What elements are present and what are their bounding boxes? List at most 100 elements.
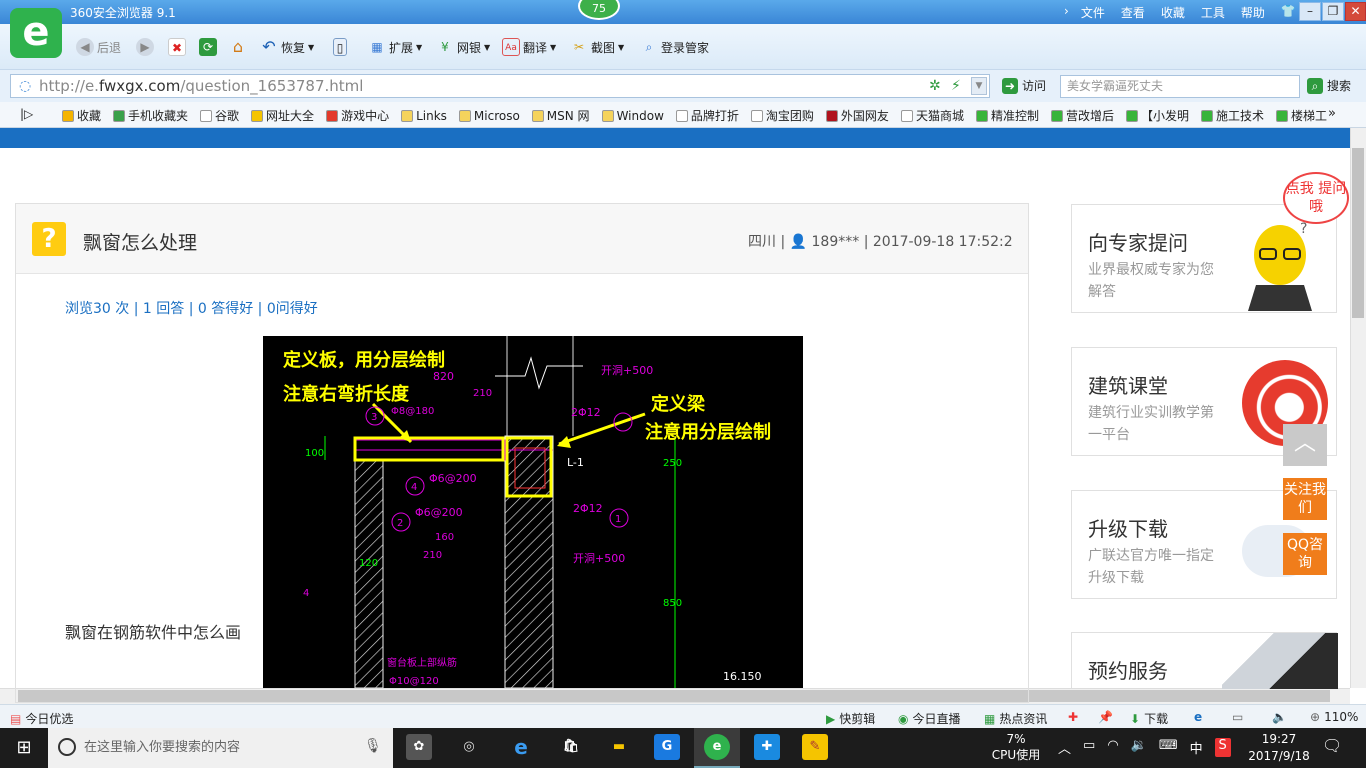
favorite-item[interactable]: Window xyxy=(601,107,664,124)
favorite-item[interactable]: 谷歌 xyxy=(200,107,239,124)
screenshot-button[interactable]: ✂ 截图 ▼ xyxy=(570,36,624,58)
menu-tools[interactable]: 工具 xyxy=(1201,4,1225,21)
qq-consult-button[interactable]: QQ咨询 xyxy=(1283,533,1327,575)
menu-arrow-icon[interactable]: › xyxy=(1064,4,1069,21)
taskbar-app-spiral-icon[interactable]: ◎ xyxy=(456,734,482,760)
favorite-item[interactable]: 品牌打折 xyxy=(675,107,739,124)
tray-ime-label[interactable]: 中 xyxy=(1190,738,1203,757)
menu-help[interactable]: 帮助 xyxy=(1241,4,1265,21)
ie-mode-icon[interactable]: e xyxy=(1194,710,1202,724)
cpu-widget[interactable]: 7% CPU使用 xyxy=(990,731,1042,763)
home-button[interactable]: ⌂ xyxy=(229,36,247,58)
search-button[interactable]: ⌕ 搜索 xyxy=(1307,77,1351,94)
visit-button[interactable]: ➜ 访问 xyxy=(1002,77,1046,94)
right-wall-hatch xyxy=(504,435,554,688)
favorite-item[interactable]: Microso xyxy=(458,107,520,124)
favorite-item[interactable]: 淘宝团购 xyxy=(750,107,814,124)
taskbar-360-browser-icon[interactable]: e xyxy=(704,734,730,760)
browser-logo-icon[interactable]: e xyxy=(10,8,62,58)
follow-us-button[interactable]: 关注我们 xyxy=(1283,478,1327,520)
favorite-item[interactable]: 游戏中心 xyxy=(326,107,389,124)
window-icon[interactable]: ▭ xyxy=(1232,710,1243,724)
menu-view[interactable]: 查看 xyxy=(1121,4,1145,21)
taskbar-explorer-icon[interactable]: ▬ xyxy=(606,734,632,760)
cad-drawing-image[interactable]: 定义板，用分层绘制 注意右弯折长度 定义梁 注意用分层绘制 820 210 Φ8… xyxy=(263,336,803,688)
today-picks[interactable]: ▤ 今日优选 xyxy=(10,710,73,727)
microphone-icon[interactable]: 🎙 xyxy=(364,738,382,754)
favorite-item[interactable]: 楼梯工程 xyxy=(1276,107,1327,124)
skin-icon[interactable]: 👕 xyxy=(1281,4,1296,21)
favorite-item[interactable]: Links xyxy=(401,107,447,124)
start-button[interactable]: ⊞ xyxy=(0,728,48,768)
taskbar-clock[interactable]: 19:27 2017/9/18 xyxy=(1244,731,1314,765)
minimize-button[interactable]: – xyxy=(1299,2,1321,21)
break-line xyxy=(495,356,583,390)
favorite-item[interactable]: 营改增后 xyxy=(1050,107,1114,124)
mobile-button[interactable]: ▯ xyxy=(333,36,347,58)
ask-bubble-button[interactable]: 点我 提问哦 xyxy=(1283,172,1349,224)
taskbar-notepad-icon[interactable]: ✎ xyxy=(802,734,828,760)
security-icon[interactable]: ✲ xyxy=(929,75,941,97)
favorites-more-icon[interactable]: » xyxy=(1328,106,1336,121)
maximize-button[interactable]: ❐ xyxy=(1322,2,1344,21)
favorite-item[interactable]: 收藏 xyxy=(62,107,101,124)
favorite-item[interactable]: MSN 网 xyxy=(531,107,590,124)
taskbar-edge-icon[interactable]: e xyxy=(508,734,534,760)
dropdown-arrow-icon: ▼ xyxy=(416,42,423,52)
taskbar-store-icon[interactable]: 🛍 xyxy=(558,734,584,760)
quick-edit[interactable]: ▶ 快剪辑 xyxy=(826,710,875,727)
sidebar-toggle-icon[interactable]: |▷ xyxy=(20,107,33,121)
menu-favorites[interactable]: 收藏 xyxy=(1161,4,1185,21)
tray-wifi-icon[interactable]: ◠ xyxy=(1107,738,1118,757)
address-input[interactable]: ◌ http://e.fwxgx.com/question_1653787.ht… xyxy=(10,74,990,98)
pin-icon[interactable]: 📌 xyxy=(1098,710,1113,724)
forward-button[interactable]: ▶ xyxy=(136,36,154,58)
taskbar-glodon-icon[interactable]: G xyxy=(654,734,680,760)
favorite-label: 淘宝团购 xyxy=(765,109,814,123)
restore-button[interactable]: ↶ 恢复 ▼ xyxy=(260,36,314,58)
tray-keyboard-icon[interactable]: ⌨ xyxy=(1159,738,1178,757)
stop-button[interactable]: ✖ xyxy=(168,36,186,58)
close-button[interactable]: ✕ xyxy=(1345,2,1366,21)
ask-expert-card[interactable]: 向专家提问 业界最权威专家为您解答 ? xyxy=(1071,204,1337,313)
tray-chevron-icon[interactable]: ︿ xyxy=(1058,738,1071,757)
search-input[interactable]: 美女学霸逼死丈夫 xyxy=(1060,75,1300,98)
back-to-top-button[interactable]: ︿ xyxy=(1283,424,1327,466)
refresh-button[interactable]: ⟳ xyxy=(199,36,217,58)
extend-button[interactable]: ▦ 扩展 ▼ xyxy=(368,36,422,58)
today-live[interactable]: ◉ 今日直播 xyxy=(898,710,961,727)
taskbar-app-pinwheel-icon[interactable]: ✿ xyxy=(406,734,432,760)
tray-battery-icon[interactable]: ▭ xyxy=(1083,738,1095,757)
update-badge[interactable]: 75 xyxy=(578,0,620,20)
speed-icon[interactable]: ⚡ xyxy=(951,75,961,97)
volume-icon[interactable]: 🔈 xyxy=(1272,710,1287,724)
download[interactable]: ⬇ 下载 xyxy=(1130,710,1168,727)
favorite-item[interactable]: 外国网友 xyxy=(825,107,889,124)
favorite-item[interactable]: 天猫商城 xyxy=(900,107,964,124)
notification-icon[interactable]: 🗨 xyxy=(1322,736,1342,755)
appointment-card[interactable]: 预约服务 xyxy=(1071,632,1338,689)
first-aid-icon[interactable]: ✚ xyxy=(1068,710,1078,724)
question-user[interactable]: 189*** xyxy=(812,234,860,250)
favorite-item[interactable]: 精准控制 xyxy=(975,107,1039,124)
back-button[interactable]: ◀ 后退 xyxy=(76,36,121,58)
login-manager-button[interactable]: ⌕ 登录管家 xyxy=(640,36,709,58)
favorite-icon xyxy=(1050,109,1063,122)
menu-file[interactable]: 文件 xyxy=(1081,4,1105,21)
favorite-item[interactable]: 【小发明 xyxy=(1125,107,1189,124)
favorite-item[interactable]: 手机收藏夹 xyxy=(113,107,188,124)
hot-news[interactable]: ▦ 热点资讯 xyxy=(984,710,1047,727)
url-dropdown-icon[interactable]: ▼ xyxy=(971,77,987,95)
favorite-item[interactable]: 网址大全 xyxy=(251,107,314,124)
tray-volume-icon[interactable]: 🔉 xyxy=(1131,738,1147,757)
search-icon: ⌕ xyxy=(1307,77,1323,94)
vertical-scroll-thumb[interactable] xyxy=(1352,148,1364,318)
zoom-control[interactable]: ⊕ 110% xyxy=(1310,710,1358,724)
tray-sogou-icon[interactable]: S xyxy=(1214,738,1231,757)
favorite-item[interactable]: 施工技术 xyxy=(1201,107,1264,124)
favorite-label: Links xyxy=(416,108,447,123)
taskbar-app-plus-icon[interactable]: ✚ xyxy=(754,734,780,760)
translate-button[interactable]: Aa 翻译 ▼ xyxy=(502,36,556,58)
bank-button[interactable]: ¥ 网银 ▼ xyxy=(436,36,490,58)
taskbar-search-input[interactable]: 在这里输入你要搜索的内容 xyxy=(48,728,393,768)
